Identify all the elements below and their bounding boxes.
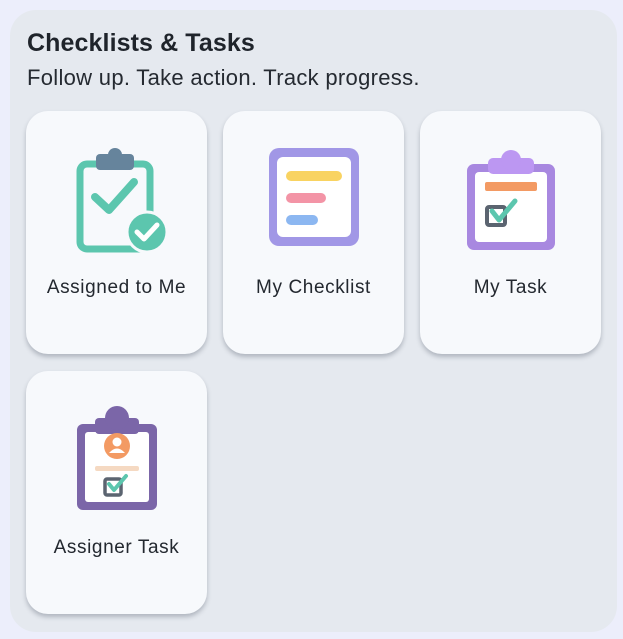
assigner-task-card[interactable]: Assigner Task: [26, 371, 207, 614]
card-label: My Checklist: [256, 277, 371, 298]
panel-title: Checklists & Tasks: [27, 29, 255, 57]
card-label: Assigner Task: [53, 537, 180, 558]
assigned-to-me-card[interactable]: Assigned to Me: [26, 111, 207, 354]
clipboard-check-badge-icon: [67, 144, 167, 254]
clipboard-task-icon: [461, 144, 561, 254]
card-label: Assigned to Me: [46, 277, 187, 298]
my-task-card[interactable]: My Task: [420, 111, 601, 354]
checklists-tasks-panel: Checklists & Tasks Follow up. Take actio…: [10, 10, 617, 632]
clipboard-person-icon: [67, 404, 167, 514]
my-checklist-card[interactable]: My Checklist: [223, 111, 404, 354]
card-label: My Task: [473, 277, 548, 298]
panel-subtitle: Follow up. Take action. Track progress.: [27, 65, 420, 90]
checklist-document-icon: [264, 144, 364, 254]
